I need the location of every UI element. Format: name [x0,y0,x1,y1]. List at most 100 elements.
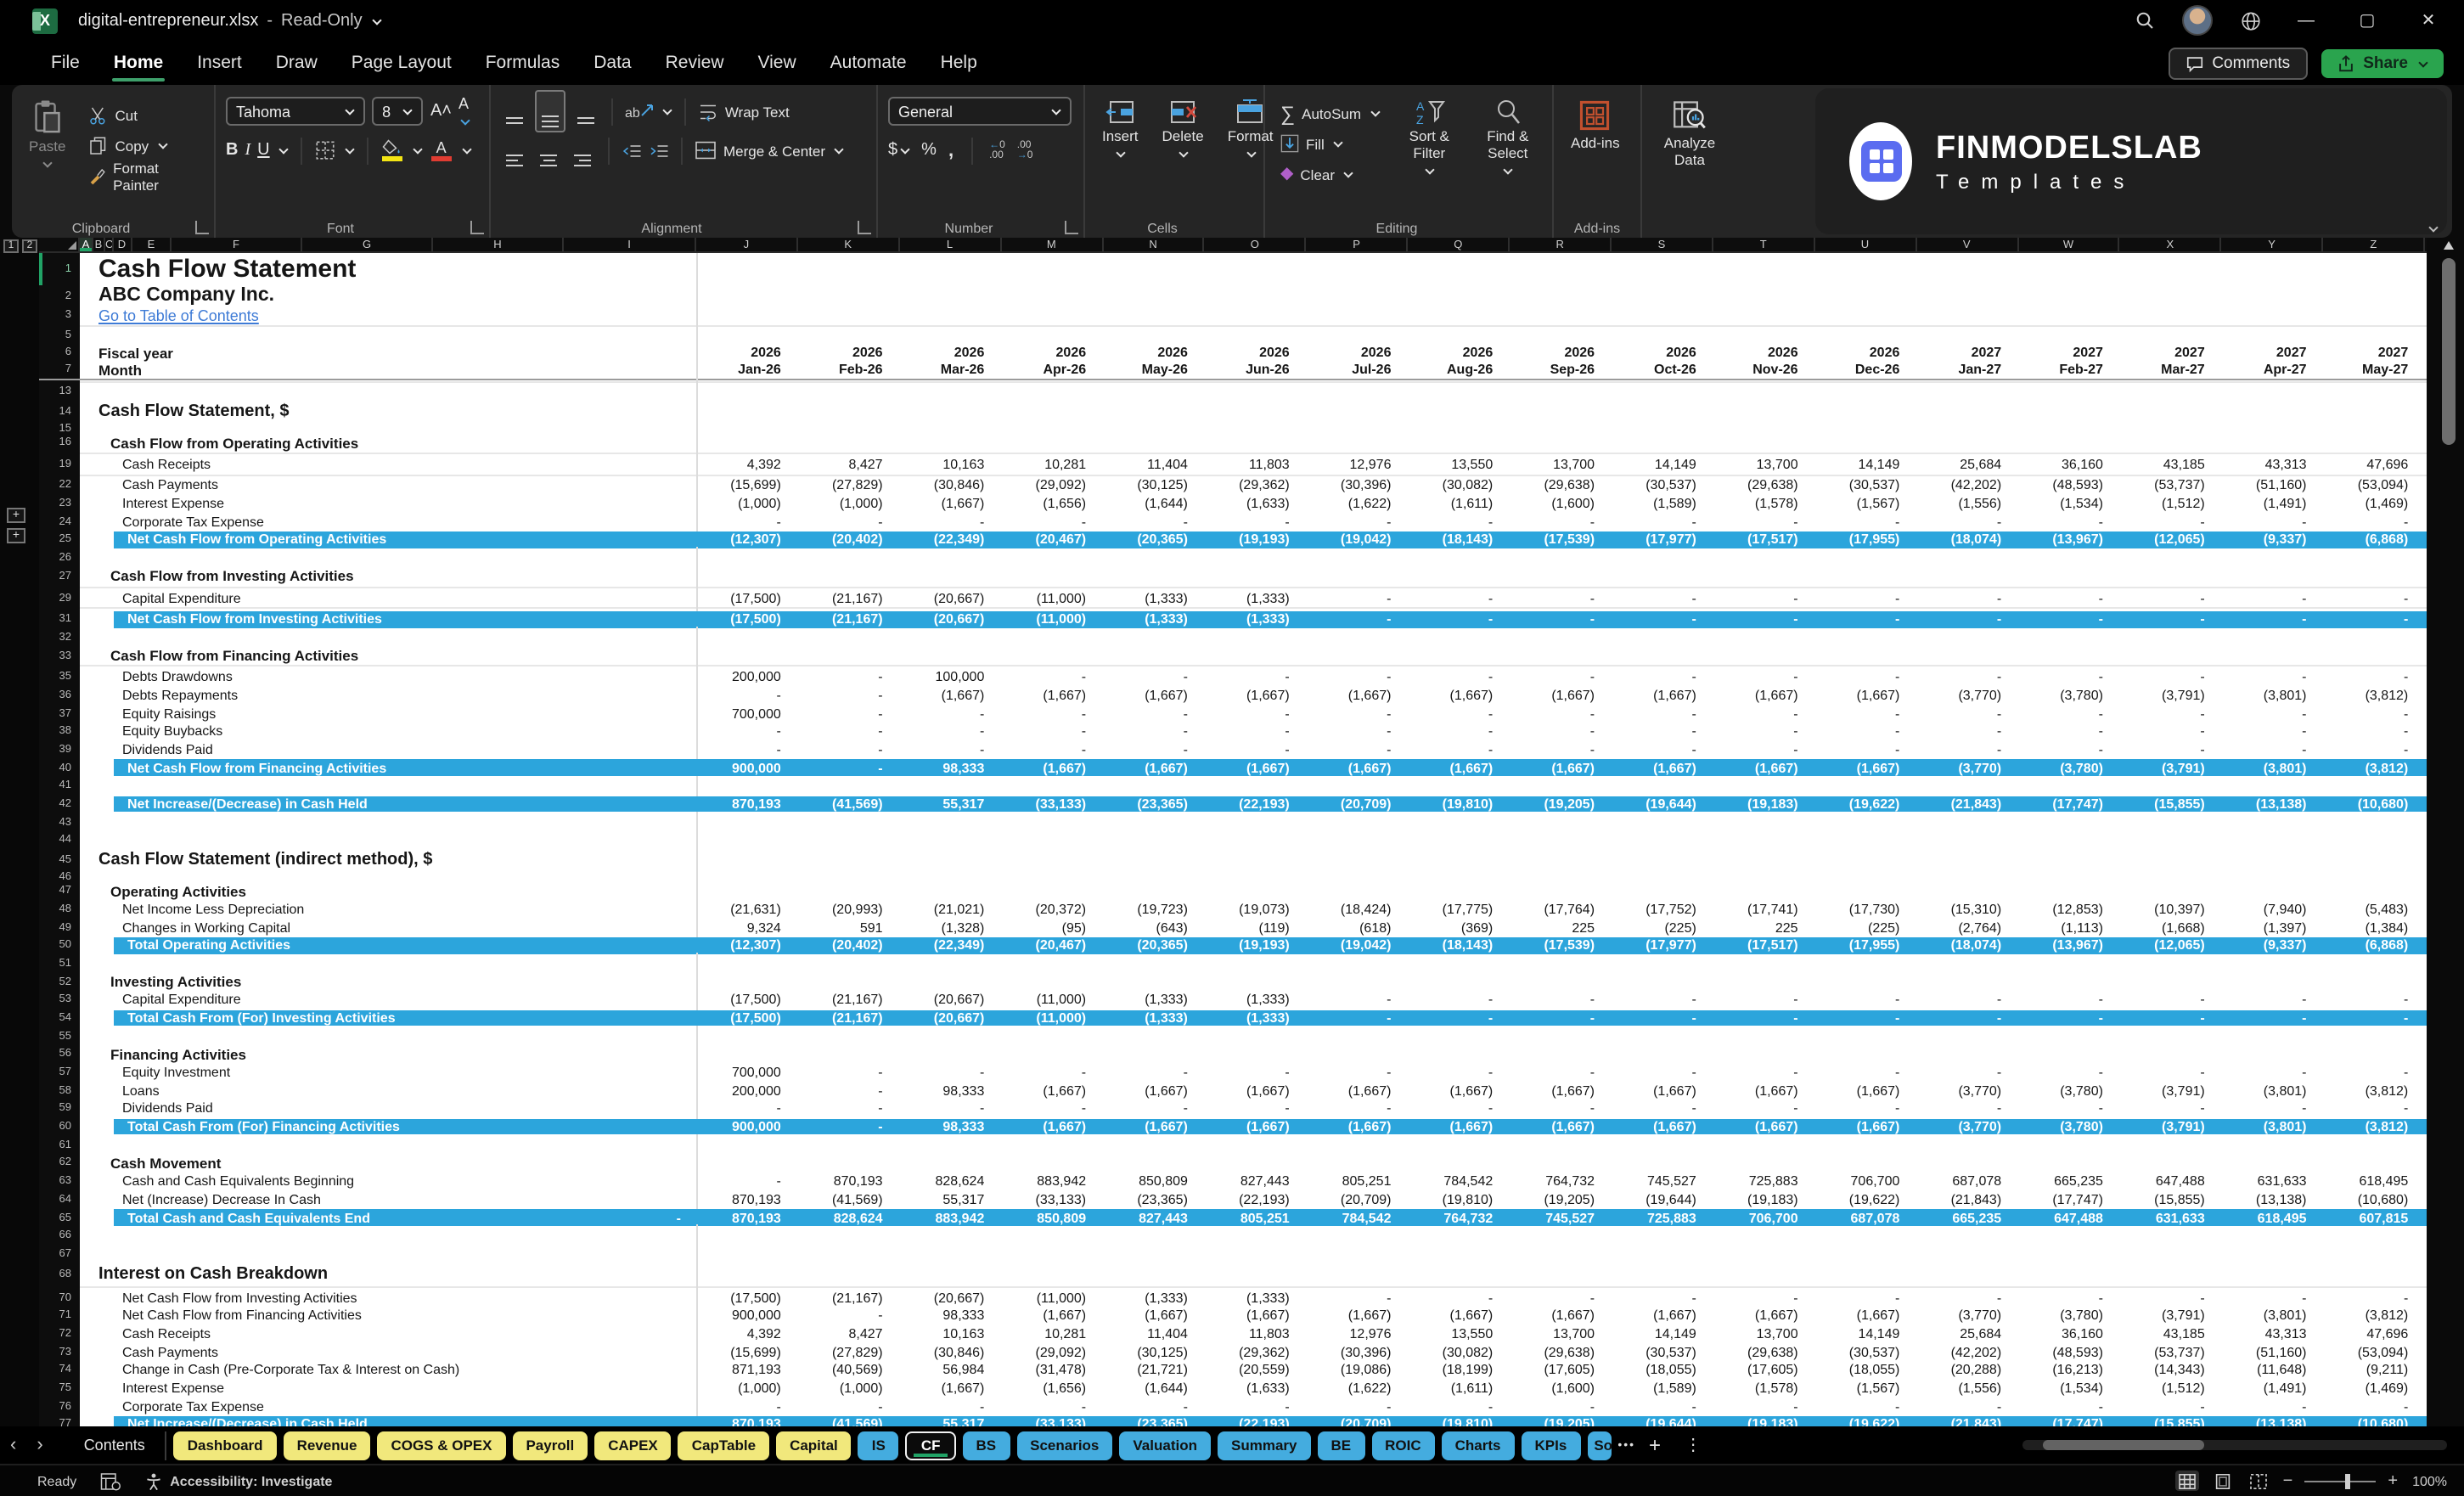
cell-value[interactable]: (1,622) [1307,495,1409,513]
cell-value[interactable]: (29,638) [1713,1343,1815,1361]
cell-value[interactable]: - [1916,740,2018,758]
row-header-32[interactable]: 32 [39,628,80,646]
row-header-71[interactable]: 71 [39,1307,80,1324]
cell-value[interactable]: (1,000) [696,495,798,513]
row-header-1[interactable]: 1 [39,253,80,285]
cell-value[interactable]: (19,644) [1612,1190,1713,1208]
close-button[interactable]: ✕ [2410,5,2447,36]
row-header-75[interactable]: 75 [39,1379,80,1397]
cell-value[interactable]: 764,732 [1408,1208,1510,1226]
align-top-button[interactable] [501,93,528,130]
cell-value[interactable]: 618,495 [2324,1173,2426,1190]
cell-value[interactable]: (11,000) [1001,1289,1103,1307]
cell-value[interactable]: 13,700 [1510,1324,1612,1342]
row-header-74[interactable]: 74 [39,1361,80,1379]
cell-value[interactable]: (3,812) [2324,1082,2426,1100]
cell-value[interactable]: - [1001,1063,1103,1081]
column-header-C[interactable]: C [105,238,113,251]
cell-value[interactable]: (3,770) [1916,1082,2018,1100]
cell-value[interactable]: (21,167) [798,1289,900,1307]
cell-value[interactable]: - [1612,1100,1713,1117]
row-header-2[interactable]: 2 [39,285,80,307]
cell-value[interactable]: (19,622) [1815,1415,1917,1426]
cell-value[interactable]: - [1612,705,1713,723]
cell-value[interactable]: - [1408,1009,1510,1026]
cell-value[interactable]: - [798,1063,900,1081]
cell-value[interactable]: (3,780) [2018,1307,2120,1324]
cell-value[interactable]: 828,624 [798,1208,900,1226]
fiscal-year-cell[interactable]: 2026 [798,344,900,362]
sheet-tab-payroll[interactable]: Payroll [512,1431,588,1459]
month-cell[interactable]: Dec-26 [1815,362,1917,378]
cell-value[interactable]: - [1408,1398,1510,1415]
cell-value[interactable]: (1,578) [1713,495,1815,513]
cell-value[interactable]: (1,667) [1510,1307,1612,1324]
cell-value[interactable]: (20,372) [1001,900,1103,918]
cell-value[interactable]: - [2222,991,2324,1009]
page-layout-view-button[interactable] [2212,1471,2236,1491]
vertical-scrollbar[interactable] [2442,245,2456,1420]
cell-value[interactable]: (10,397) [2120,900,2222,918]
column-header-A[interactable]: A [80,238,93,251]
cell-value[interactable]: - [1307,1100,1409,1117]
row-header-45[interactable]: 45 [39,850,80,872]
cell-value[interactable]: - [2018,705,2120,723]
row-header-38[interactable]: 38 [39,723,80,740]
cell-value[interactable]: (33,133) [1001,1190,1103,1208]
cell-value[interactable]: - [798,1118,900,1136]
cell-value[interactable]: 706,700 [1713,1208,1815,1226]
sheet-tab-charts[interactable]: Charts [1442,1431,1515,1459]
cell-value[interactable]: - [1612,588,1713,606]
cell-value[interactable]: 725,883 [1612,1208,1713,1226]
cell-value[interactable]: (3,780) [2018,759,2120,777]
zoom-slider[interactable] [2304,1480,2376,1482]
cell-value[interactable]: (20,667) [900,588,1002,606]
row-header-58[interactable]: 58 [39,1082,80,1100]
cell-value[interactable]: (23,365) [1103,1190,1205,1208]
font-dialog-launcher-icon[interactable] [470,221,484,234]
fiscal-year-cell[interactable]: 2026 [1001,344,1103,362]
cell-value[interactable]: - [2324,1100,2426,1117]
menu-tab-view[interactable]: View [741,46,813,80]
row-header-46[interactable]: 46 [39,872,80,882]
cell-value[interactable]: (1,644) [1103,1379,1205,1397]
cell-value[interactable]: (1,667) [1815,759,1917,777]
cell-value[interactable]: (51,160) [2222,476,2324,494]
cell-value[interactable]: (20,559) [1205,1361,1307,1379]
cell-value[interactable]: (9,337) [2222,531,2324,548]
cell-value[interactable]: (1,667) [1001,759,1103,777]
outline-level-1[interactable]: 1 [3,239,19,253]
cell-value[interactable]: 631,633 [2222,1173,2324,1190]
cell-value[interactable]: (1,667) [1307,759,1409,777]
cell-value[interactable]: (21,721) [1103,1361,1205,1379]
cell-value[interactable]: (20,709) [1307,796,1409,813]
cell-value[interactable]: 14,149 [1612,455,1713,473]
cell-value[interactable]: (33,133) [1001,796,1103,813]
sheet-tab-summary[interactable]: Summary [1218,1431,1311,1459]
cell-value[interactable]: (29,638) [1510,476,1612,494]
cell-value[interactable]: 225 [1713,918,1815,936]
expand-group-button[interactable]: + [7,508,25,523]
cell-value[interactable]: 11,404 [1103,455,1205,473]
cell-value[interactable]: - [1001,705,1103,723]
cell-value[interactable]: - [2120,740,2222,758]
cell-value[interactable]: 9,324 [696,918,798,936]
cell-value[interactable]: - [1916,1063,2018,1081]
share-button[interactable]: Share [2321,48,2444,77]
cell-value[interactable]: (1,556) [1916,495,2018,513]
cell-value[interactable]: 764,732 [1510,1173,1612,1190]
cell-value[interactable]: - [2120,513,2222,531]
comma-button[interactable]: , [948,140,954,160]
column-header-K[interactable]: K [798,238,900,251]
sheet-tab-captable[interactable]: CapTable [678,1431,769,1459]
cell-value[interactable]: (21,167) [798,991,900,1009]
column-header-R[interactable]: R [1510,238,1612,251]
cell-value[interactable]: - [1815,588,1917,606]
orientation-button[interactable]: ab [625,103,654,120]
fill-color-options-icon[interactable] [413,144,422,154]
cell-value[interactable]: (20,365) [1103,531,1205,548]
cell-value[interactable]: 687,078 [1916,1173,2018,1190]
cell-value[interactable]: (19,042) [1307,531,1409,548]
cell-value[interactable]: - [2324,1063,2426,1081]
cell-value[interactable]: (17,775) [1408,900,1510,918]
